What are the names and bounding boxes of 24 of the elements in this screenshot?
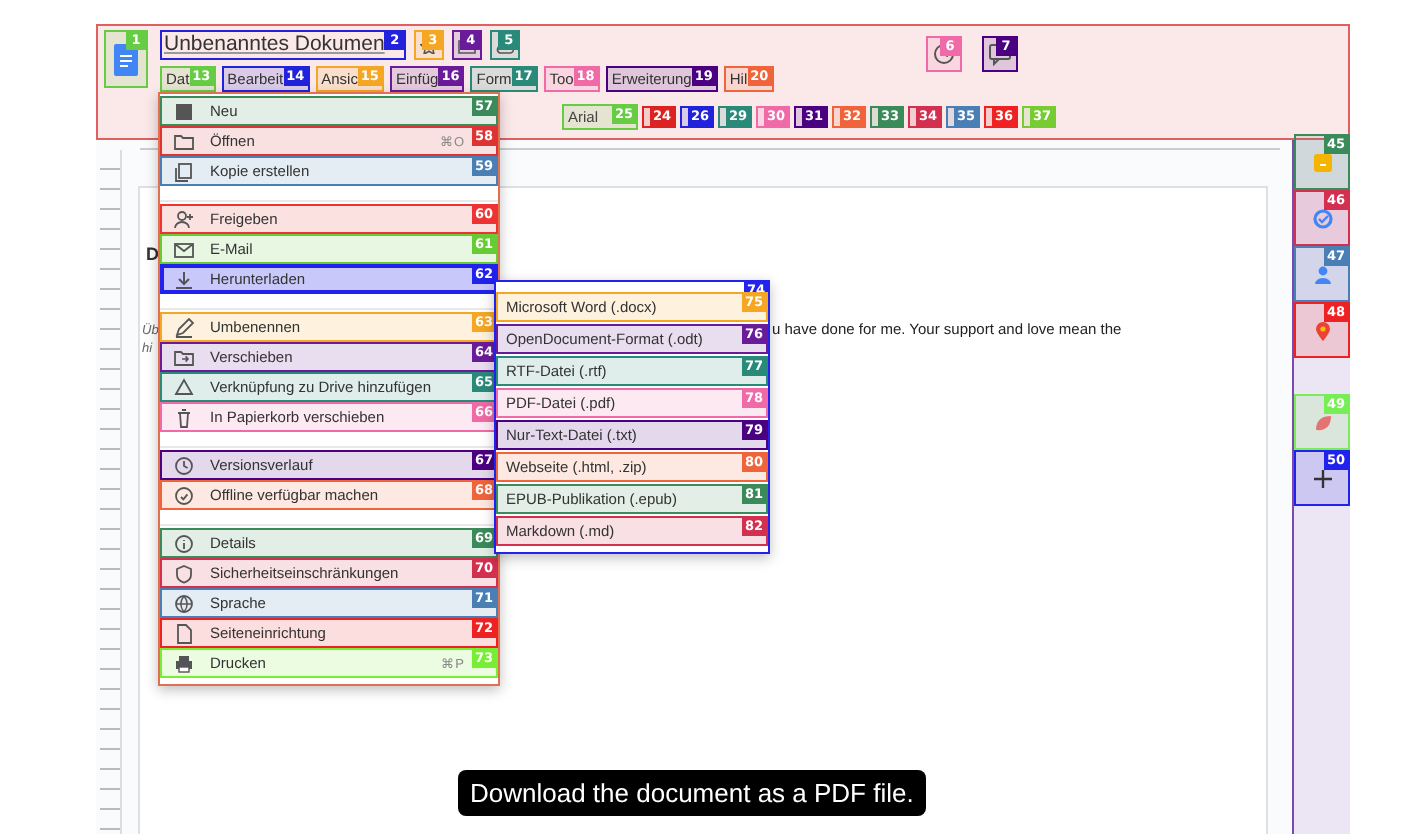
page-icon <box>174 623 194 643</box>
copy-icon <box>174 161 194 181</box>
check-circle-icon <box>1311 207 1333 229</box>
person-icon <box>1311 263 1333 285</box>
document-heading: D <box>146 244 159 264</box>
map-pin-icon <box>1311 319 1333 341</box>
person-add-icon <box>174 209 194 229</box>
clock-icon <box>174 455 194 475</box>
note-icon <box>1311 151 1333 173</box>
folder-icon <box>174 131 194 151</box>
mail-icon <box>174 239 194 259</box>
globe-icon <box>174 593 194 613</box>
trash-icon <box>174 407 194 427</box>
check-circle-icon <box>174 485 194 505</box>
info-icon <box>174 533 194 553</box>
caption: Download the document as a PDF file. <box>458 770 926 816</box>
comment-icon <box>988 42 1012 66</box>
leaf-icon <box>1311 411 1333 433</box>
folder-move-icon <box>174 347 194 367</box>
pencil-icon <box>174 317 194 337</box>
plus-icon <box>1311 467 1333 489</box>
download-icon <box>174 269 194 289</box>
shield-icon <box>174 563 194 583</box>
printer-icon <box>174 653 194 673</box>
